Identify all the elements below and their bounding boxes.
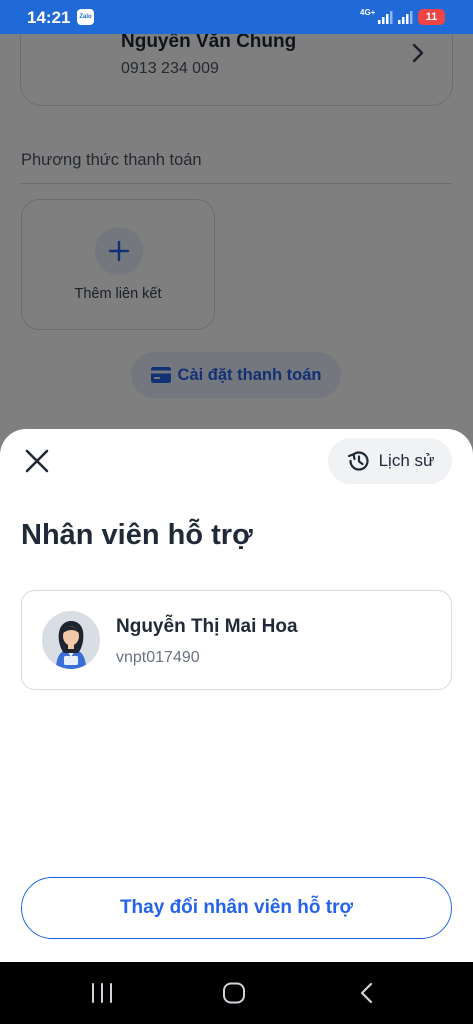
staff-card[interactable]: Nguyễn Thị Mai Hoa vnpt017490 <box>21 590 452 690</box>
zalo-notification-icon: Zalo <box>77 9 94 25</box>
support-staff-sheet: Lịch sử Nhân viên hỗ trợ Nguyễn Thị Mai … <box>0 429 473 962</box>
history-label: Lịch sử <box>378 451 435 470</box>
signal-icon <box>378 11 393 24</box>
navigation-bar <box>0 962 473 1024</box>
back-icon[interactable] <box>356 981 376 1005</box>
status-bar: 14:21 Zalo 4G+ 11 <box>0 0 473 34</box>
recent-apps-icon[interactable] <box>90 982 114 1004</box>
network-type-label: 4G+ <box>360 8 376 17</box>
change-staff-button[interactable]: Thay đổi nhân viên hỗ trợ <box>21 877 452 939</box>
staff-name: Nguyễn Thị Mai Hoa <box>116 616 298 637</box>
staff-avatar <box>42 611 100 669</box>
signal-icon <box>398 11 413 24</box>
battery-indicator: 11 <box>418 9 445 25</box>
avatar-illustration <box>42 611 100 669</box>
home-icon[interactable] <box>222 982 246 1004</box>
history-button[interactable]: Lịch sử <box>328 438 452 484</box>
close-icon[interactable] <box>22 446 52 476</box>
staff-id: vnpt017490 <box>116 649 200 666</box>
status-time: 14:21 <box>27 8 71 27</box>
history-icon <box>347 451 369 471</box>
sheet-title: Nhân viên hỗ trợ <box>21 519 253 551</box>
